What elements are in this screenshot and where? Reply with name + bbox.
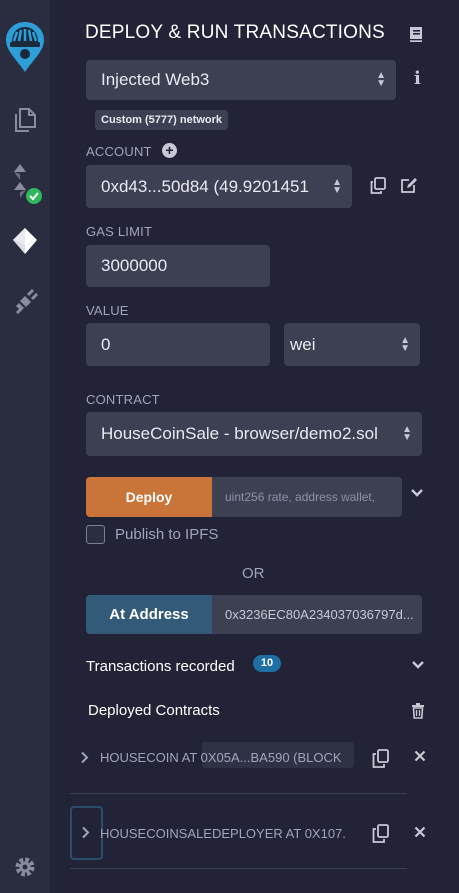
info-icon[interactable]: i bbox=[414, 68, 421, 89]
solidity-compiler-icon[interactable] bbox=[0, 162, 50, 206]
deploy-button[interactable]: Deploy bbox=[86, 477, 212, 517]
plus-icon[interactable]: + bbox=[162, 143, 177, 158]
deployed-contracts-label: Deployed Contracts bbox=[88, 702, 220, 719]
select-caret-icon: ▲ ▼ bbox=[400, 334, 410, 354]
contract-label: CONTRACT bbox=[86, 392, 160, 407]
environment-value: Injected Web3 bbox=[101, 70, 210, 89]
select-caret-icon: ▲ ▼ bbox=[398, 425, 412, 443]
select-caret-icon: ▲ ▼ bbox=[328, 177, 342, 195]
account-select[interactable]: 0xd43...50d84 (49.9201451 ▲ ▼ bbox=[86, 165, 352, 208]
deployed-contract-name[interactable]: HOUSECOIN AT 0X05A...BA590 (BLOCK bbox=[100, 750, 354, 765]
remix-logo-icon[interactable] bbox=[0, 18, 50, 74]
divider bbox=[70, 868, 407, 869]
close-icon[interactable] bbox=[414, 750, 426, 762]
trash-icon[interactable] bbox=[411, 703, 425, 719]
environment-select[interactable]: Injected Web3 ▲ ▼ bbox=[86, 60, 396, 100]
book-icon[interactable] bbox=[408, 26, 424, 43]
compile-success-icon bbox=[26, 188, 42, 204]
account-value: 0xd43...50d84 (49.9201451 bbox=[101, 176, 309, 196]
value-label: VALUE bbox=[86, 303, 129, 318]
select-caret-icon: ▲ ▼ bbox=[376, 70, 386, 89]
at-address-button[interactable]: At Address bbox=[86, 595, 212, 634]
contract-select[interactable]: HouseCoinSale - browser/demo2.sol ▲ ▼ bbox=[86, 412, 422, 456]
deploy-run-panel: DEPLOY & RUN TRANSACTIONS Injected Web3 … bbox=[50, 0, 459, 893]
at-address-input[interactable]: 0x3236EC80A234037036797d... bbox=[212, 595, 422, 634]
divider bbox=[70, 793, 407, 794]
network-badge: Custom (5777) network bbox=[95, 110, 229, 130]
plugin-manager-icon[interactable] bbox=[0, 284, 50, 318]
chevron-down-icon[interactable] bbox=[410, 488, 424, 498]
gas-limit-label: GAS LIMIT bbox=[86, 224, 153, 239]
edit-icon[interactable] bbox=[400, 177, 418, 194]
chevron-right-icon[interactable] bbox=[81, 826, 90, 839]
copy-icon[interactable] bbox=[370, 177, 386, 194]
icon-rail bbox=[0, 0, 50, 893]
publish-ipfs-checkbox[interactable] bbox=[86, 525, 105, 544]
copy-icon[interactable] bbox=[372, 824, 389, 843]
copy-icon[interactable] bbox=[372, 749, 389, 768]
file-explorer-icon[interactable] bbox=[0, 104, 50, 136]
transactions-recorded-label[interactable]: Transactions recorded bbox=[86, 658, 235, 675]
publish-ipfs-label: Publish to IPFS bbox=[115, 526, 219, 543]
settings-icon[interactable] bbox=[0, 852, 50, 882]
chevron-right-icon[interactable] bbox=[80, 751, 89, 764]
deploy-run-icon[interactable] bbox=[0, 224, 50, 258]
or-separator: OR bbox=[242, 565, 265, 582]
deploy-args-input[interactable]: uint256 rate, address wallet, bbox=[212, 477, 402, 517]
transactions-count-badge: 10 bbox=[253, 655, 281, 672]
panel-title: DEPLOY & RUN TRANSACTIONS bbox=[85, 22, 385, 43]
value-input[interactable]: 0 bbox=[86, 323, 270, 366]
unit-select[interactable]: wei ▲ ▼ bbox=[284, 323, 420, 366]
close-icon[interactable] bbox=[414, 826, 426, 838]
unit-value: wei bbox=[290, 334, 316, 354]
deployed-contract-name[interactable]: HOUSECOINSALEDEPLOYER AT 0X107. bbox=[100, 826, 354, 841]
chevron-down-icon[interactable] bbox=[411, 660, 425, 670]
gas-limit-input[interactable]: 3000000 bbox=[86, 245, 270, 287]
account-label: ACCOUNT bbox=[86, 144, 152, 159]
contract-value: HouseCoinSale - browser/demo2.sol bbox=[101, 424, 378, 443]
